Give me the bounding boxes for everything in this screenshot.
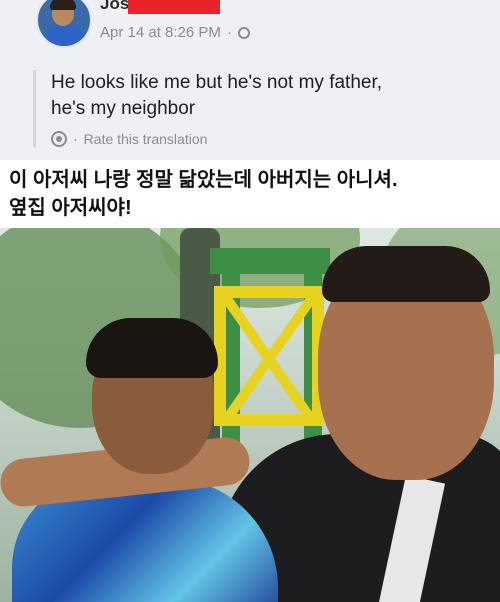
redaction-bar	[128, 0, 220, 14]
globe-icon	[237, 26, 250, 39]
author-name[interactable]: Jos	[100, 0, 129, 14]
korean-caption: 이 아저씨 나랑 정말 닮았는데 아버지는 아니셔. 옆집 아저씨야!	[0, 160, 500, 228]
yellow-frame	[214, 286, 324, 426]
avatar-shirt	[42, 24, 86, 46]
selfie-photo	[0, 228, 500, 602]
avatar[interactable]	[36, 0, 92, 48]
rate-separator: ·	[73, 131, 78, 147]
post-body: He looks like me but he's not my father,…	[33, 70, 481, 147]
avatar-hair	[50, 0, 76, 10]
caption-line-2: 옆집 아저씨야!	[9, 197, 132, 219]
post-meta: Apr 14 at 8:26 PM ·	[100, 24, 250, 41]
meta-separator: ·	[226, 24, 232, 41]
rate-translation-link[interactable]: · Rate this translation	[51, 131, 481, 147]
caption-text: 이 아저씨 나랑 정말 닮았는데 아버지는 아니셔. 옆집 아저씨야!	[9, 166, 493, 222]
facebook-post: Jos Apr 14 at 8:26 PM · He looks like me…	[0, 0, 500, 160]
man-hair	[322, 246, 490, 302]
post-timestamp[interactable]: Apr 14 at 8:26 PM	[100, 24, 221, 41]
boy-hair	[86, 318, 218, 378]
post-text-line-2: he's my neighbor	[51, 98, 196, 119]
post-text-line-1: He looks like me but he's not my father,	[51, 72, 383, 93]
gear-icon	[51, 131, 67, 147]
caption-line-1: 이 아저씨 나랑 정말 닮았는데 아버지는 아니셔.	[9, 169, 398, 191]
rate-translation-label: Rate this translation	[83, 131, 208, 147]
